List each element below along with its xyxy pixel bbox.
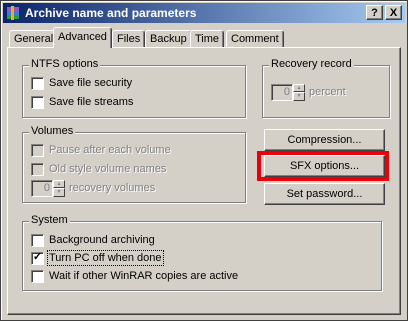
checkbox-box[interactable] xyxy=(31,143,44,157)
save-file-security-label: Save file security xyxy=(49,77,133,89)
tab-backup[interactable]: Backup xyxy=(145,30,192,48)
recovery-record-unit: percent xyxy=(309,86,346,98)
spinner-arrows[interactable]: ▲ ▼ xyxy=(293,83,305,101)
winrar-app-icon xyxy=(7,6,19,20)
checkbox-box[interactable] xyxy=(31,269,44,283)
tab-general[interactable]: General xyxy=(9,30,59,48)
volumes-group: Volumes Pause after each volume Old styl… xyxy=(22,125,246,203)
tab-comment-label: Comment xyxy=(231,33,279,45)
checkbox-box[interactable] xyxy=(31,95,44,109)
compression-button[interactable]: Compression... xyxy=(264,129,385,151)
spinner-up-icon[interactable]: ▲ xyxy=(53,179,65,188)
pause-after-each-volume-label: Pause after each volume xyxy=(49,144,171,156)
recovery-volumes-value[interactable]: 0 xyxy=(31,179,53,197)
volumes-title: Volumes xyxy=(29,125,76,137)
spinner-down-icon[interactable]: ▼ xyxy=(293,92,305,101)
save-file-streams-checkbox[interactable]: Save file streams xyxy=(31,94,133,110)
tab-advanced-label: Advanced xyxy=(58,31,107,43)
system-title: System xyxy=(29,214,70,226)
recovery-record-row: 0 ▲ ▼ percent xyxy=(271,83,346,101)
pause-after-each-volume-checkbox[interactable]: Pause after each volume xyxy=(31,142,171,158)
old-style-volume-names-label: Old style volume names xyxy=(49,163,167,175)
advanced-tab-panel: NTFS options Save file security Save fil… xyxy=(7,47,401,315)
save-file-security-checkbox[interactable]: Save file security xyxy=(31,75,132,91)
spinner-down-icon[interactable]: ▼ xyxy=(53,188,65,197)
tab-time-label: Time xyxy=(195,33,220,45)
tab-comment[interactable]: Comment xyxy=(226,30,284,48)
background-archiving-label: Background archiving xyxy=(49,234,155,246)
recovery-record-title: Recovery record xyxy=(269,58,354,70)
tab-advanced[interactable]: Advanced xyxy=(53,27,112,48)
save-file-streams-label: Save file streams xyxy=(49,96,134,108)
tab-general-label: General xyxy=(14,33,54,45)
wait-other-copies-checkbox[interactable]: Wait if other WinRAR copies are active xyxy=(31,268,238,284)
recovery-volumes-spinner[interactable]: 0 ▲ ▼ xyxy=(31,179,65,197)
turn-pc-off-checkbox[interactable]: ✓ Turn PC off when done xyxy=(31,250,164,266)
tab-files-label: Files xyxy=(117,33,141,45)
tab-time[interactable]: Time xyxy=(190,30,225,48)
background-archiving-checkbox[interactable]: Background archiving xyxy=(31,232,155,248)
spinner-arrows[interactable]: ▲ ▼ xyxy=(53,179,65,197)
ntfs-options-title: NTFS options xyxy=(29,58,101,70)
archive-parameters-dialog: Archive name and parameters ? X General … xyxy=(0,0,408,321)
turn-pc-off-label: Turn PC off when done xyxy=(47,250,164,266)
checkbox-box[interactable] xyxy=(31,162,44,176)
wait-other-copies-label: Wait if other WinRAR copies are active xyxy=(49,270,239,282)
recovery-record-spinner[interactable]: 0 ▲ ▼ xyxy=(271,83,305,101)
title-bar[interactable]: Archive name and parameters ? X xyxy=(3,3,405,23)
system-group: System Background archiving ✓ Turn PC of… xyxy=(22,214,382,291)
tab-files[interactable]: Files xyxy=(112,30,146,48)
recovery-record-group: Recovery record 0 ▲ ▼ percent xyxy=(262,58,390,118)
checkbox-box[interactable] xyxy=(31,76,44,90)
tab-backup-label: Backup xyxy=(150,33,187,45)
recovery-volumes-label: recovery volumes xyxy=(69,182,156,194)
window-title: Archive name and parameters xyxy=(25,6,197,20)
help-button[interactable]: ? xyxy=(366,5,383,20)
spinner-up-icon[interactable]: ▲ xyxy=(293,83,305,92)
checkbox-box-checked[interactable]: ✓ xyxy=(31,250,44,265)
recovery-volumes-row: 0 ▲ ▼ recovery volumes xyxy=(31,179,156,197)
set-password-button[interactable]: Set password... xyxy=(264,183,385,205)
ntfs-options-group: NTFS options Save file security Save fil… xyxy=(22,58,246,118)
old-style-volume-names-checkbox[interactable]: Old style volume names xyxy=(31,161,166,177)
recovery-record-value[interactable]: 0 xyxy=(271,83,293,101)
annotation-highlight-box xyxy=(257,151,389,181)
check-mark-icon: ✓ xyxy=(32,250,43,263)
close-button[interactable]: X xyxy=(385,5,402,20)
checkbox-box[interactable] xyxy=(31,233,44,247)
